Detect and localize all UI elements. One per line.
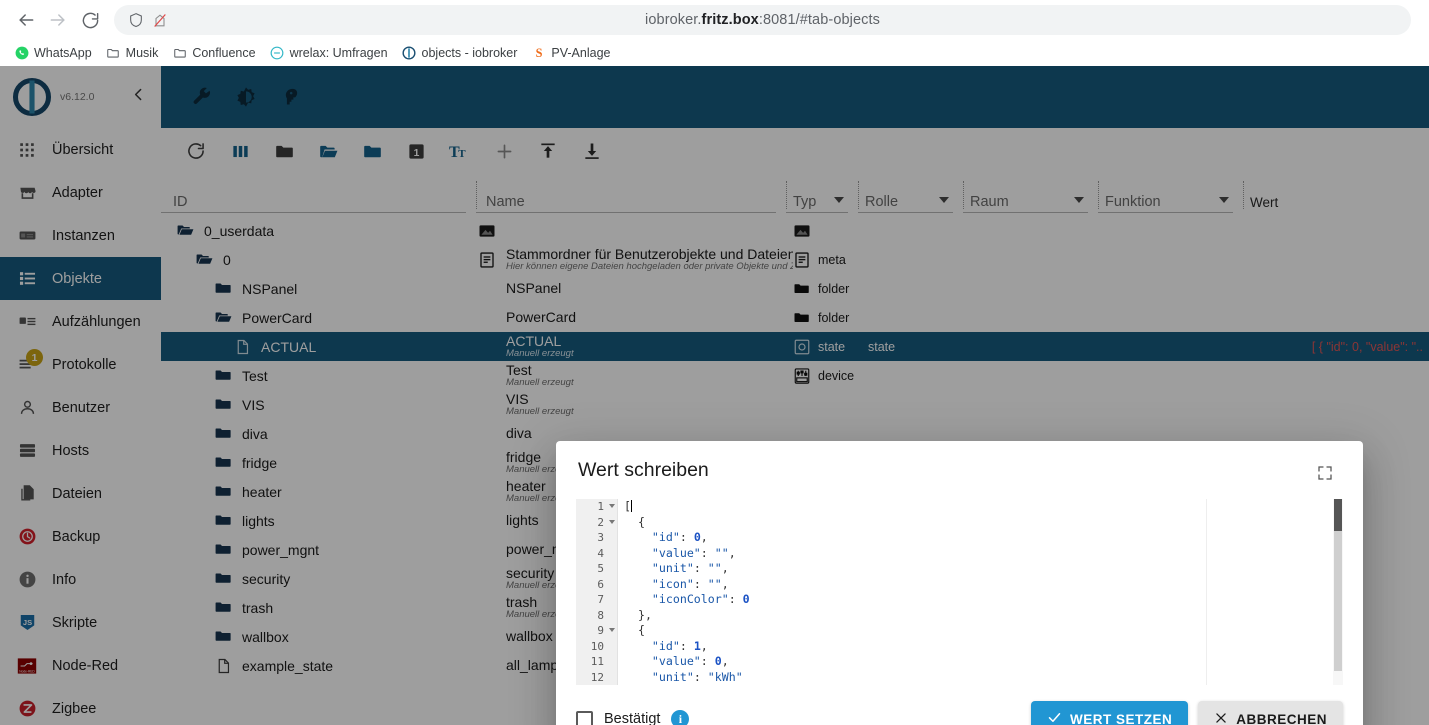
editor-gutter: 1 2 3 4 5 6 7 8 9 10 11 12 (576, 499, 618, 685)
editor-line-number: 10 (590, 639, 604, 653)
confirmed-checkbox-group[interactable]: Bestätigt i (576, 710, 690, 725)
fold-toggle-icon[interactable] (609, 504, 615, 508)
bookmarks-bar: WhatsApp Musik Confluence wrelax: Umfrag… (0, 40, 1429, 66)
editor-line[interactable]: "id": 0, (618, 530, 1343, 546)
bookmark-label: objects - iobroker (421, 46, 518, 60)
editor-line[interactable]: "unit": "kWh" (618, 670, 1343, 686)
editor-line[interactable]: "id": 1, (618, 639, 1343, 655)
noscript-blocked-icon[interactable] (152, 12, 168, 29)
browser-chrome: iobroker.fritz.box:8081/#tab-objects Wha… (0, 0, 1429, 66)
json-editor[interactable]: 1 2 3 4 5 6 7 8 9 10 11 12 [ { "id": 0, "value": ""… (576, 499, 1343, 685)
folder-outline-icon (172, 46, 187, 61)
back-arrow-icon[interactable] (10, 4, 42, 36)
fold-toggle-icon[interactable] (609, 519, 615, 524)
editor-line-number: 12 (590, 670, 604, 684)
dialog-title: Wert schreiben (578, 458, 709, 481)
editor-line-number: 8 (597, 608, 604, 622)
editor-line[interactable]: "value": "", (618, 546, 1343, 562)
folder-outline-icon (106, 46, 121, 61)
close-x-icon (1214, 711, 1228, 725)
editor-line[interactable]: "unit": "", (618, 561, 1343, 577)
editor-line[interactable]: }, (618, 608, 1343, 624)
bookmark-label: WhatsApp (34, 46, 92, 60)
editor-line-number: 7 (597, 593, 604, 606)
editor-line-number: 5 (597, 562, 604, 575)
editor-print-margin (1206, 499, 1207, 685)
shield-icon (128, 12, 144, 28)
editor-line[interactable]: "value": 0, (618, 654, 1343, 670)
svg-text:S: S (535, 46, 542, 60)
bookmark-whatsapp[interactable]: WhatsApp (8, 44, 98, 63)
editor-scrollbar-track-lower[interactable] (1334, 531, 1342, 671)
dialog-header: Wert schreiben (556, 441, 1363, 499)
minus-circle-icon (270, 46, 285, 61)
bookmark-label: wrelax: Umfragen (289, 46, 388, 60)
bookmark-label: PV-Anlage (551, 46, 611, 60)
editor-line[interactable]: "icon": "", (618, 577, 1343, 593)
editor-line[interactable]: { (618, 515, 1343, 531)
editor-line-number: 2 (576, 515, 617, 531)
editor-line[interactable]: { (618, 623, 1343, 639)
set-value-label: WERT SETZEN (1069, 711, 1173, 725)
whatsapp-icon (14, 46, 29, 61)
editor-line-number: 9 (576, 623, 617, 639)
bookmark-wrelax[interactable]: wrelax: Umfragen (264, 44, 394, 63)
bookmark-musik[interactable]: Musik (100, 44, 165, 63)
editor-line-number: 6 (597, 577, 604, 591)
confirmed-label: Bestätigt (604, 711, 661, 725)
s-letter-icon: S (531, 46, 546, 61)
bookmark-label: Confluence (192, 46, 256, 60)
fold-toggle-icon[interactable] (609, 628, 615, 632)
browser-nav-row: iobroker.fritz.box:8081/#tab-objects (0, 0, 1429, 40)
info-circle-icon[interactable]: i (671, 710, 690, 725)
bookmark-pv-anlage[interactable]: S PV-Anlage (525, 44, 616, 63)
cancel-label: ABBRECHEN (1236, 711, 1327, 725)
editor-line-number: 1 (576, 499, 617, 515)
bookmark-objects-iobroker[interactable]: objects - iobroker (396, 44, 524, 63)
reload-icon[interactable] (74, 4, 106, 36)
editor-code[interactable]: [ { "id": 0, "value": "", "unit": "", "i… (618, 499, 1343, 685)
editor-line-number: 4 (597, 546, 604, 560)
url-text: iobroker.fritz.box:8081/#tab-objects (645, 12, 880, 28)
confirmed-checkbox[interactable] (576, 710, 593, 725)
editor-scrollbar[interactable] (1333, 499, 1343, 685)
editor-line-number: 3 (597, 531, 604, 544)
cancel-button[interactable]: ABBRECHEN (1198, 701, 1343, 725)
iobroker-app: v6.12.0 Übersicht Adapter Instanzen Obje… (0, 66, 1429, 725)
address-bar[interactable]: iobroker.fritz.box:8081/#tab-objects (114, 5, 1411, 35)
fullscreen-icon[interactable] (1317, 465, 1333, 486)
editor-line[interactable]: "iconColor": 0 (618, 592, 1343, 608)
set-value-button[interactable]: WERT SETZEN (1030, 701, 1189, 725)
editor-line[interactable]: [ (618, 499, 1343, 515)
bookmark-label: Musik (125, 46, 159, 60)
dialog-footer: Bestätigt i WERT SETZEN ABBRECHEN (556, 685, 1363, 725)
check-icon (1047, 710, 1062, 725)
forward-arrow-icon[interactable] (42, 4, 74, 36)
editor-scrollbar-thumb[interactable] (1334, 499, 1342, 531)
bookmark-confluence[interactable]: Confluence (166, 44, 261, 63)
write-value-dialog: Wert schreiben 1 2 3 4 5 6 7 8 9 10 11 12 [ { "id":… (556, 441, 1363, 725)
editor-line-number: 11 (590, 655, 604, 668)
iobroker-icon (402, 46, 417, 61)
